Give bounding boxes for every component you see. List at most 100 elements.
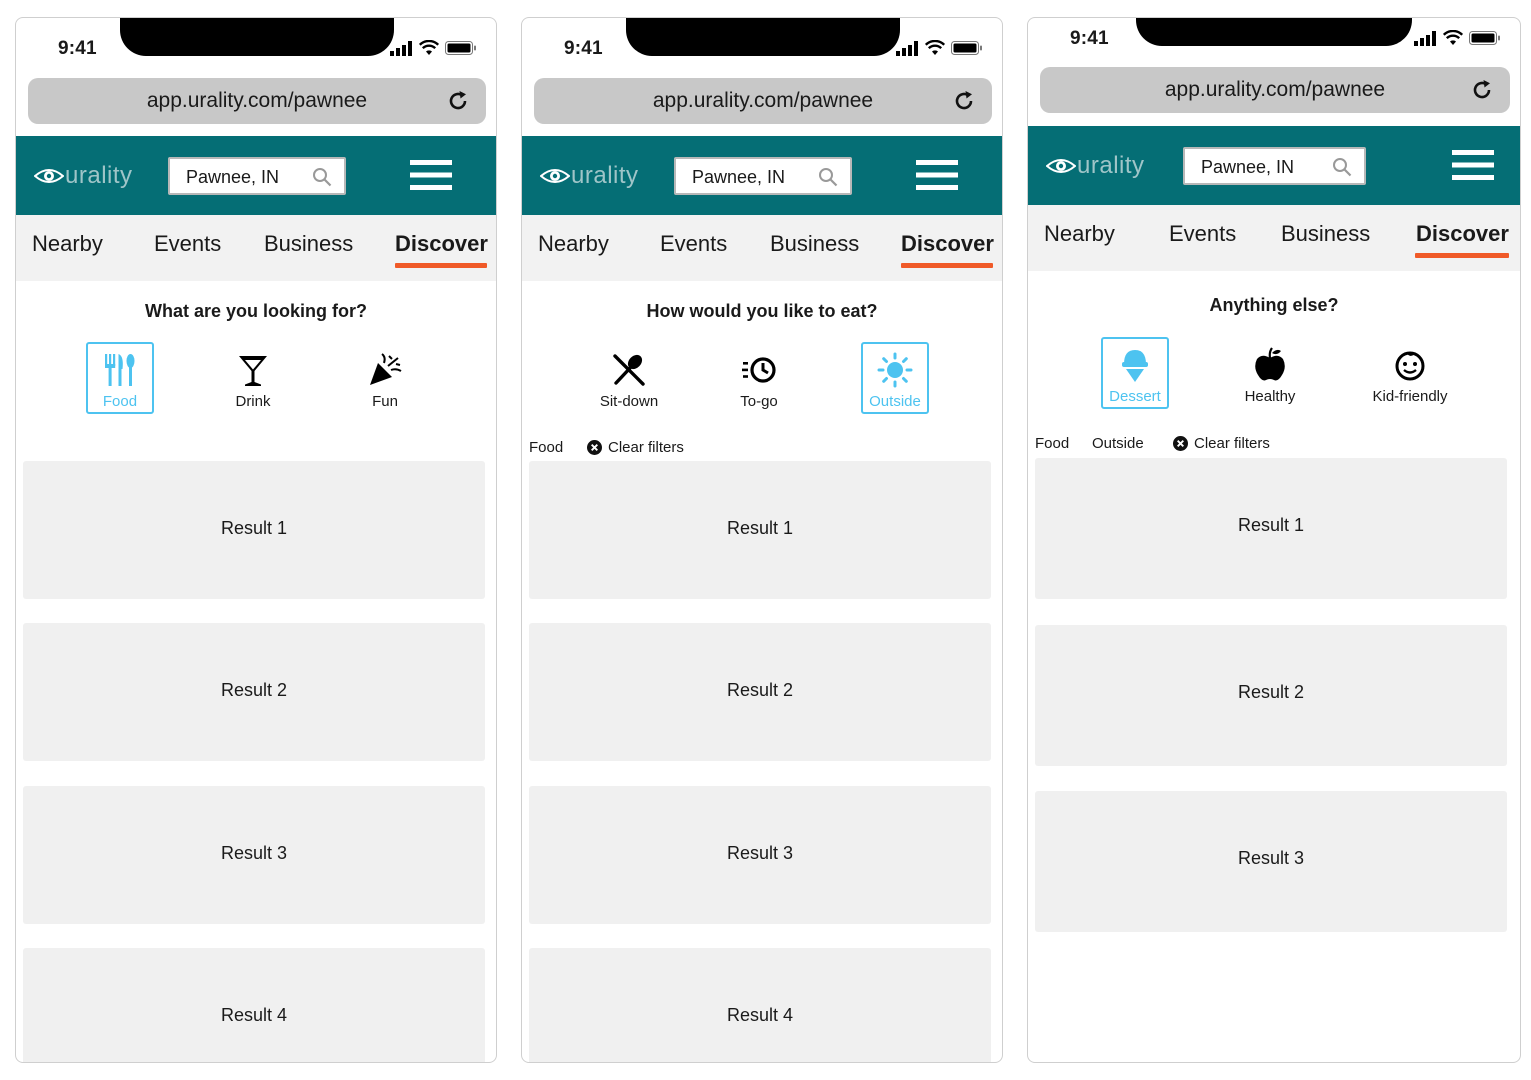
tab-nearby[interactable]: Nearby <box>32 231 103 257</box>
phone-screen-3: 9:41 app.urality.com/pawnee urality Pawn… <box>1027 17 1521 1063</box>
active-tab-underline <box>395 263 487 268</box>
tab-discover[interactable]: Discover <box>395 231 488 257</box>
browser-url-bar[interactable]: app.urality.com/pawnee <box>28 78 486 124</box>
tab-events[interactable]: Events <box>660 231 727 257</box>
result-card[interactable]: Result 1 <box>23 461 485 599</box>
result-label: Result 2 <box>220 680 288 700</box>
sun-icon <box>877 352 913 388</box>
status-time: 9:41 <box>564 38 603 59</box>
fork-spoon-icon <box>613 354 645 386</box>
tab-events[interactable]: Events <box>154 231 221 257</box>
tab-discover[interactable]: Discover <box>1416 221 1509 247</box>
nav-tabs: Nearby Events Business Discover <box>522 215 1002 281</box>
search-icon[interactable] <box>312 167 332 187</box>
wifi-icon <box>419 40 439 55</box>
brand-logo[interactable]: urality <box>1046 152 1145 180</box>
tab-nearby[interactable]: Nearby <box>538 231 609 257</box>
status-bar: 9:41 <box>16 18 496 74</box>
eye-logo-icon <box>34 169 64 183</box>
smiley-face-icon <box>1395 351 1425 381</box>
search-icon[interactable] <box>1332 157 1352 177</box>
result-label: Result 1 <box>220 518 288 538</box>
result-label: Result 4 <box>220 1005 288 1025</box>
signal-icon <box>1414 31 1436 46</box>
clear-filters-label: Clear filters <box>608 439 684 456</box>
result-card[interactable]: Result 2 <box>23 623 485 761</box>
battery-icon <box>1469 31 1500 45</box>
location-input-value[interactable]: Pawnee, IN <box>692 167 785 188</box>
option-dessert[interactable]: Dessert <box>1101 337 1169 409</box>
reload-icon[interactable] <box>446 89 470 113</box>
option-sit-down[interactable]: Sit-down <box>595 342 663 414</box>
wifi-icon <box>925 40 945 55</box>
utensils-icon <box>105 354 135 386</box>
result-label: Result 3 <box>1237 848 1305 868</box>
location-input-value[interactable]: Pawnee, IN <box>1201 157 1294 178</box>
result-card[interactable]: Result 1 <box>1035 458 1507 599</box>
brand-logo[interactable]: urality <box>34 162 133 190</box>
app-header: urality Pawnee, IN <box>16 136 496 215</box>
tab-business[interactable]: Business <box>770 231 859 257</box>
cocktail-icon <box>239 356 267 386</box>
brand-logo[interactable]: urality <box>540 162 639 190</box>
location-search[interactable]: Pawnee, IN <box>674 157 852 195</box>
tab-nearby[interactable]: Nearby <box>1044 221 1115 247</box>
nav-tabs: Nearby Events Business Discover <box>1028 205 1520 271</box>
battery-icon <box>951 41 982 55</box>
option-healthy[interactable]: Healthy <box>1236 337 1304 409</box>
result-card[interactable]: Result 2 <box>529 623 991 761</box>
result-label: Result 4 <box>726 1005 794 1025</box>
location-input-value[interactable]: Pawnee, IN <box>186 167 279 188</box>
result-card[interactable]: Result 2 <box>1035 625 1507 766</box>
result-label: Result 3 <box>726 843 794 863</box>
status-icons <box>1414 30 1502 46</box>
option-fun[interactable]: Fun <box>351 342 419 414</box>
tab-business[interactable]: Business <box>264 231 353 257</box>
reload-icon[interactable] <box>1470 78 1494 102</box>
tab-events[interactable]: Events <box>1169 221 1236 247</box>
device-notch <box>1136 18 1412 46</box>
option-food[interactable]: Food <box>86 342 154 414</box>
result-card[interactable]: Result 3 <box>1035 791 1507 932</box>
reload-icon[interactable] <box>952 89 976 113</box>
wifi-icon <box>1443 30 1463 45</box>
location-search[interactable]: Pawnee, IN <box>168 157 346 195</box>
result-label: Result 2 <box>726 680 794 700</box>
option-label: Kid-friendly <box>1372 388 1448 405</box>
browser-url-bar[interactable]: app.urality.com/pawnee <box>1040 67 1510 113</box>
hamburger-menu-icon[interactable] <box>916 158 958 192</box>
signal-icon <box>896 41 918 56</box>
result-card[interactable]: Result 3 <box>23 786 485 924</box>
eye-logo-icon <box>540 169 570 183</box>
search-icon[interactable] <box>818 167 838 187</box>
tab-discover[interactable]: Discover <box>901 231 994 257</box>
result-card[interactable]: Result 4 <box>23 948 485 1062</box>
option-to-go[interactable]: To-go <box>725 342 793 414</box>
option-outside[interactable]: Outside <box>861 342 929 414</box>
result-card[interactable]: Result 3 <box>529 786 991 924</box>
option-kid-friendly[interactable]: Kid-friendly <box>1372 337 1448 409</box>
filter-chip[interactable]: Food <box>529 439 563 456</box>
result-card[interactable]: Result 1 <box>529 461 991 599</box>
location-search[interactable]: Pawnee, IN <box>1183 147 1366 185</box>
app-header: urality Pawnee, IN <box>1028 126 1520 205</box>
result-card[interactable]: Result 4 <box>529 948 991 1062</box>
fast-clock-icon <box>742 357 776 383</box>
ice-cream-icon <box>1122 350 1148 382</box>
device-notch <box>626 18 900 56</box>
clear-x-icon <box>1173 436 1188 451</box>
signal-icon <box>390 41 412 56</box>
brand-name: urality <box>65 162 133 189</box>
filter-chip[interactable]: Outside <box>1092 435 1144 452</box>
tab-business[interactable]: Business <box>1281 221 1370 247</box>
option-drink[interactable]: Drink <box>219 342 287 414</box>
clear-filters-label: Clear filters <box>1194 435 1270 452</box>
hamburger-menu-icon[interactable] <box>1452 148 1494 182</box>
hamburger-menu-icon[interactable] <box>410 158 452 192</box>
clear-filters-button[interactable]: Clear filters <box>587 439 684 456</box>
filter-chip[interactable]: Food <box>1035 435 1069 452</box>
status-time: 9:41 <box>1070 28 1109 49</box>
eye-logo-icon <box>1046 159 1076 173</box>
clear-filters-button[interactable]: Clear filters <box>1173 435 1270 452</box>
browser-url-bar[interactable]: app.urality.com/pawnee <box>534 78 992 124</box>
